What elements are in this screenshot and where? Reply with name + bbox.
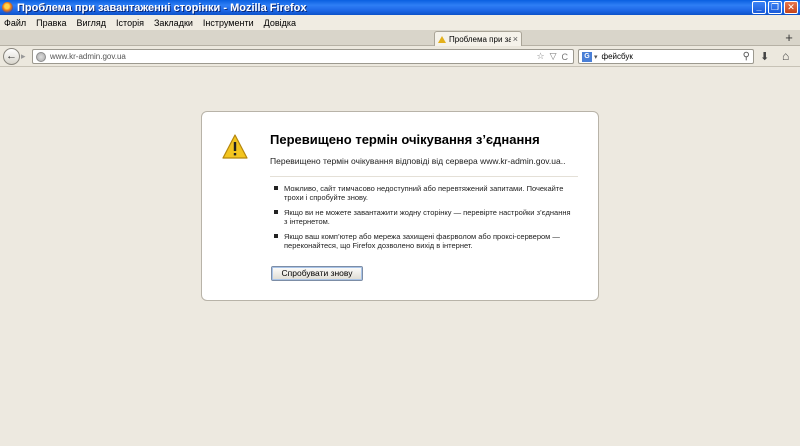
tab-active[interactable]: Проблема при за... ×: [434, 31, 522, 46]
tab-close-icon[interactable]: ×: [513, 34, 518, 44]
bookmark-star-icon[interactable]: ☆: [537, 51, 545, 62]
url-text[interactable]: www.kr-admin.gov.ua: [50, 52, 537, 61]
menu-help[interactable]: Довідка: [264, 18, 296, 28]
bullet-icon: [274, 186, 278, 190]
warning-icon: [222, 134, 248, 159]
retry-button[interactable]: Спробувати знову: [271, 266, 363, 281]
forward-button[interactable]: ▸: [21, 51, 31, 62]
warning-icon: [438, 35, 446, 43]
url-bar[interactable]: www.kr-admin.gov.ua ☆ ▽ C: [32, 49, 574, 64]
tab-strip: Проблема при за... ×: [0, 30, 800, 46]
page-content: Перевищено термін очікування з’єднання П…: [0, 67, 800, 446]
list-item: Можливо, сайт тимчасово недоступний або …: [274, 184, 574, 202]
error-box: Перевищено термін очікування з’єднання П…: [201, 111, 599, 301]
divider: [270, 176, 578, 177]
menu-file[interactable]: Файл: [4, 18, 26, 28]
firefox-icon: [2, 2, 13, 13]
menu-bar: Файл Правка Вигляд Історія Закладки Інст…: [0, 15, 800, 30]
list-item: Якщо ви не можете завантажити жодну стор…: [274, 208, 574, 226]
search-bar[interactable]: G ▾ фейсбук ⚲: [578, 49, 754, 64]
new-tab-button[interactable]: +: [782, 31, 796, 45]
minimize-button[interactable]: _: [752, 1, 766, 14]
search-engine-icon[interactable]: G: [582, 51, 592, 62]
site-identity-icon[interactable]: [36, 51, 46, 62]
list-item-text: Якщо ваш комп’ютер або мережа захищені ф…: [284, 232, 560, 250]
error-suggestions: Можливо, сайт тимчасово недоступний або …: [274, 184, 574, 256]
menu-bookmarks[interactable]: Закладки: [154, 18, 193, 28]
menu-view[interactable]: Вигляд: [77, 18, 107, 28]
history-dropdown-icon[interactable]: ▽: [550, 51, 557, 62]
menu-tools[interactable]: Інструменти: [203, 18, 254, 28]
chevron-down-icon[interactable]: ▾: [594, 53, 598, 61]
back-button[interactable]: ←: [3, 48, 20, 65]
error-title: Перевищено термін очікування з’єднання: [270, 132, 540, 147]
window-title: Проблема при завантаженні сторінки - Moz…: [17, 1, 307, 14]
menu-edit[interactable]: Правка: [36, 18, 66, 28]
bullet-icon: [274, 234, 278, 238]
tab-label: Проблема при за...: [449, 34, 511, 44]
list-item-text: Якщо ви не можете завантажити жодну стор…: [284, 208, 571, 226]
close-button[interactable]: ✕: [784, 1, 798, 14]
search-icon[interactable]: ⚲: [743, 51, 750, 62]
menu-history[interactable]: Історія: [116, 18, 144, 28]
bullet-icon: [274, 210, 278, 214]
navigation-bar: ← ▸ www.kr-admin.gov.ua ☆ ▽ C G ▾ фейсбу…: [0, 46, 800, 67]
downloads-icon[interactable]: ⬇: [760, 50, 769, 63]
error-short-description: Перевищено термін очікування відповіді в…: [270, 156, 566, 166]
window-controls: _ ❐ ✕: [752, 1, 798, 14]
home-icon[interactable]: ⌂: [782, 49, 789, 63]
list-item-text: Можливо, сайт тимчасово недоступний або …: [284, 184, 564, 202]
search-input[interactable]: фейсбук: [602, 52, 743, 61]
reload-icon[interactable]: C: [562, 52, 569, 62]
title-bar[interactable]: Проблема при завантаженні сторінки - Moz…: [0, 0, 800, 15]
list-item: Якщо ваш комп’ютер або мережа захищені ф…: [274, 232, 574, 250]
restore-button[interactable]: ❐: [768, 1, 782, 14]
